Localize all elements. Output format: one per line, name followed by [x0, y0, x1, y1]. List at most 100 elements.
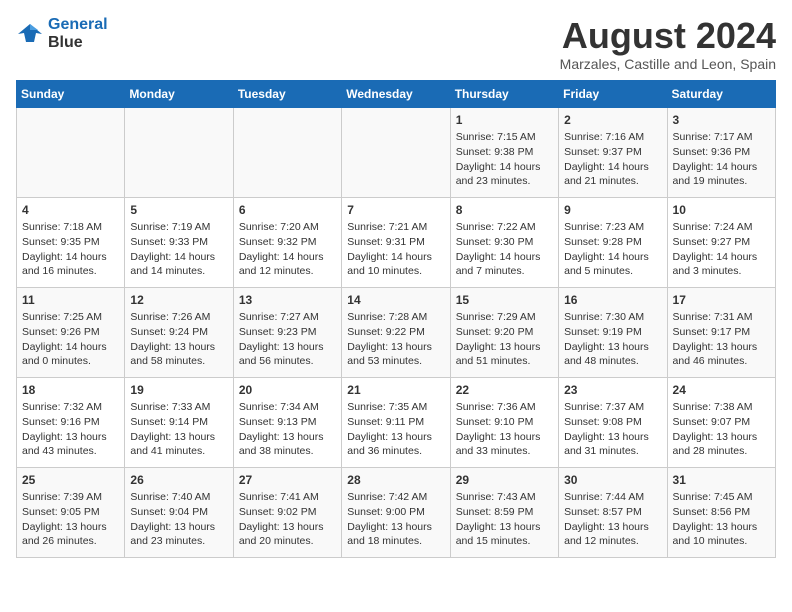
- day-number: 24: [673, 382, 770, 399]
- calendar-cell: [342, 107, 450, 197]
- day-info: Sunrise: 7:42 AM Sunset: 9:00 PM Dayligh…: [347, 490, 444, 549]
- day-number: 5: [130, 202, 227, 219]
- logo: General Blue: [16, 16, 108, 51]
- day-number: 27: [239, 472, 336, 489]
- calendar-cell: 30Sunrise: 7:44 AM Sunset: 8:57 PM Dayli…: [559, 467, 667, 557]
- day-number: 3: [673, 112, 770, 129]
- calendar-cell: 19Sunrise: 7:33 AM Sunset: 9:14 PM Dayli…: [125, 377, 233, 467]
- calendar-cell: 26Sunrise: 7:40 AM Sunset: 9:04 PM Dayli…: [125, 467, 233, 557]
- day-number: 7: [347, 202, 444, 219]
- day-number: 16: [564, 292, 661, 309]
- day-info: Sunrise: 7:43 AM Sunset: 8:59 PM Dayligh…: [456, 490, 553, 549]
- day-info: Sunrise: 7:28 AM Sunset: 9:22 PM Dayligh…: [347, 310, 444, 369]
- day-number: 8: [456, 202, 553, 219]
- calendar-cell: 10Sunrise: 7:24 AM Sunset: 9:27 PM Dayli…: [667, 197, 775, 287]
- day-number: 19: [130, 382, 227, 399]
- day-info: Sunrise: 7:34 AM Sunset: 9:13 PM Dayligh…: [239, 400, 336, 459]
- calendar-cell: [233, 107, 341, 197]
- subtitle: Marzales, Castille and Leon, Spain: [560, 56, 776, 72]
- day-info: Sunrise: 7:24 AM Sunset: 9:27 PM Dayligh…: [673, 220, 770, 279]
- column-header-friday: Friday: [559, 80, 667, 107]
- day-info: Sunrise: 7:45 AM Sunset: 8:56 PM Dayligh…: [673, 490, 770, 549]
- calendar-week-row: 4Sunrise: 7:18 AM Sunset: 9:35 PM Daylig…: [17, 197, 776, 287]
- calendar-cell: 8Sunrise: 7:22 AM Sunset: 9:30 PM Daylig…: [450, 197, 558, 287]
- calendar-cell: 11Sunrise: 7:25 AM Sunset: 9:26 PM Dayli…: [17, 287, 125, 377]
- day-info: Sunrise: 7:25 AM Sunset: 9:26 PM Dayligh…: [22, 310, 119, 369]
- calendar-cell: 24Sunrise: 7:38 AM Sunset: 9:07 PM Dayli…: [667, 377, 775, 467]
- calendar-cell: 13Sunrise: 7:27 AM Sunset: 9:23 PM Dayli…: [233, 287, 341, 377]
- column-header-monday: Monday: [125, 80, 233, 107]
- calendar-cell: [125, 107, 233, 197]
- day-info: Sunrise: 7:37 AM Sunset: 9:08 PM Dayligh…: [564, 400, 661, 459]
- day-number: 30: [564, 472, 661, 489]
- column-header-tuesday: Tuesday: [233, 80, 341, 107]
- day-number: 10: [673, 202, 770, 219]
- calendar-cell: 15Sunrise: 7:29 AM Sunset: 9:20 PM Dayli…: [450, 287, 558, 377]
- calendar-week-row: 25Sunrise: 7:39 AM Sunset: 9:05 PM Dayli…: [17, 467, 776, 557]
- calendar-week-row: 11Sunrise: 7:25 AM Sunset: 9:26 PM Dayli…: [17, 287, 776, 377]
- calendar-cell: 27Sunrise: 7:41 AM Sunset: 9:02 PM Dayli…: [233, 467, 341, 557]
- day-info: Sunrise: 7:17 AM Sunset: 9:36 PM Dayligh…: [673, 130, 770, 189]
- day-number: 18: [22, 382, 119, 399]
- calendar-cell: 31Sunrise: 7:45 AM Sunset: 8:56 PM Dayli…: [667, 467, 775, 557]
- calendar-cell: 18Sunrise: 7:32 AM Sunset: 9:16 PM Dayli…: [17, 377, 125, 467]
- day-info: Sunrise: 7:41 AM Sunset: 9:02 PM Dayligh…: [239, 490, 336, 549]
- day-number: 28: [347, 472, 444, 489]
- day-info: Sunrise: 7:18 AM Sunset: 9:35 PM Dayligh…: [22, 220, 119, 279]
- day-info: Sunrise: 7:26 AM Sunset: 9:24 PM Dayligh…: [130, 310, 227, 369]
- calendar-cell: 20Sunrise: 7:34 AM Sunset: 9:13 PM Dayli…: [233, 377, 341, 467]
- calendar-cell: 16Sunrise: 7:30 AM Sunset: 9:19 PM Dayli…: [559, 287, 667, 377]
- day-info: Sunrise: 7:29 AM Sunset: 9:20 PM Dayligh…: [456, 310, 553, 369]
- calendar-table: SundayMondayTuesdayWednesdayThursdayFrid…: [16, 80, 776, 558]
- day-info: Sunrise: 7:19 AM Sunset: 9:33 PM Dayligh…: [130, 220, 227, 279]
- calendar-cell: 1Sunrise: 7:15 AM Sunset: 9:38 PM Daylig…: [450, 107, 558, 197]
- logo-text: General Blue: [48, 16, 108, 51]
- logo-icon: [16, 20, 44, 48]
- main-title: August 2024: [560, 16, 776, 56]
- calendar-cell: 25Sunrise: 7:39 AM Sunset: 9:05 PM Dayli…: [17, 467, 125, 557]
- calendar-cell: 2Sunrise: 7:16 AM Sunset: 9:37 PM Daylig…: [559, 107, 667, 197]
- calendar-header-row: SundayMondayTuesdayWednesdayThursdayFrid…: [17, 80, 776, 107]
- calendar-cell: 3Sunrise: 7:17 AM Sunset: 9:36 PM Daylig…: [667, 107, 775, 197]
- day-number: 25: [22, 472, 119, 489]
- column-header-wednesday: Wednesday: [342, 80, 450, 107]
- calendar-week-row: 1Sunrise: 7:15 AM Sunset: 9:38 PM Daylig…: [17, 107, 776, 197]
- day-info: Sunrise: 7:39 AM Sunset: 9:05 PM Dayligh…: [22, 490, 119, 549]
- page-header: General Blue August 2024 Marzales, Casti…: [16, 16, 776, 72]
- column-header-thursday: Thursday: [450, 80, 558, 107]
- day-number: 11: [22, 292, 119, 309]
- calendar-cell: 14Sunrise: 7:28 AM Sunset: 9:22 PM Dayli…: [342, 287, 450, 377]
- column-header-saturday: Saturday: [667, 80, 775, 107]
- day-number: 21: [347, 382, 444, 399]
- day-info: Sunrise: 7:40 AM Sunset: 9:04 PM Dayligh…: [130, 490, 227, 549]
- day-info: Sunrise: 7:15 AM Sunset: 9:38 PM Dayligh…: [456, 130, 553, 189]
- day-info: Sunrise: 7:23 AM Sunset: 9:28 PM Dayligh…: [564, 220, 661, 279]
- day-number: 2: [564, 112, 661, 129]
- day-info: Sunrise: 7:32 AM Sunset: 9:16 PM Dayligh…: [22, 400, 119, 459]
- day-info: Sunrise: 7:36 AM Sunset: 9:10 PM Dayligh…: [456, 400, 553, 459]
- day-number: 26: [130, 472, 227, 489]
- day-info: Sunrise: 7:33 AM Sunset: 9:14 PM Dayligh…: [130, 400, 227, 459]
- day-info: Sunrise: 7:16 AM Sunset: 9:37 PM Dayligh…: [564, 130, 661, 189]
- day-number: 29: [456, 472, 553, 489]
- calendar-cell: 12Sunrise: 7:26 AM Sunset: 9:24 PM Dayli…: [125, 287, 233, 377]
- day-info: Sunrise: 7:31 AM Sunset: 9:17 PM Dayligh…: [673, 310, 770, 369]
- calendar-cell: 28Sunrise: 7:42 AM Sunset: 9:00 PM Dayli…: [342, 467, 450, 557]
- day-number: 6: [239, 202, 336, 219]
- day-number: 13: [239, 292, 336, 309]
- calendar-cell: 5Sunrise: 7:19 AM Sunset: 9:33 PM Daylig…: [125, 197, 233, 287]
- day-info: Sunrise: 7:22 AM Sunset: 9:30 PM Dayligh…: [456, 220, 553, 279]
- calendar-cell: 23Sunrise: 7:37 AM Sunset: 9:08 PM Dayli…: [559, 377, 667, 467]
- day-number: 14: [347, 292, 444, 309]
- day-info: Sunrise: 7:27 AM Sunset: 9:23 PM Dayligh…: [239, 310, 336, 369]
- day-info: Sunrise: 7:35 AM Sunset: 9:11 PM Dayligh…: [347, 400, 444, 459]
- day-number: 22: [456, 382, 553, 399]
- calendar-week-row: 18Sunrise: 7:32 AM Sunset: 9:16 PM Dayli…: [17, 377, 776, 467]
- calendar-cell: 9Sunrise: 7:23 AM Sunset: 9:28 PM Daylig…: [559, 197, 667, 287]
- day-info: Sunrise: 7:20 AM Sunset: 9:32 PM Dayligh…: [239, 220, 336, 279]
- column-header-sunday: Sunday: [17, 80, 125, 107]
- day-info: Sunrise: 7:38 AM Sunset: 9:07 PM Dayligh…: [673, 400, 770, 459]
- calendar-cell: 22Sunrise: 7:36 AM Sunset: 9:10 PM Dayli…: [450, 377, 558, 467]
- day-number: 20: [239, 382, 336, 399]
- day-number: 1: [456, 112, 553, 129]
